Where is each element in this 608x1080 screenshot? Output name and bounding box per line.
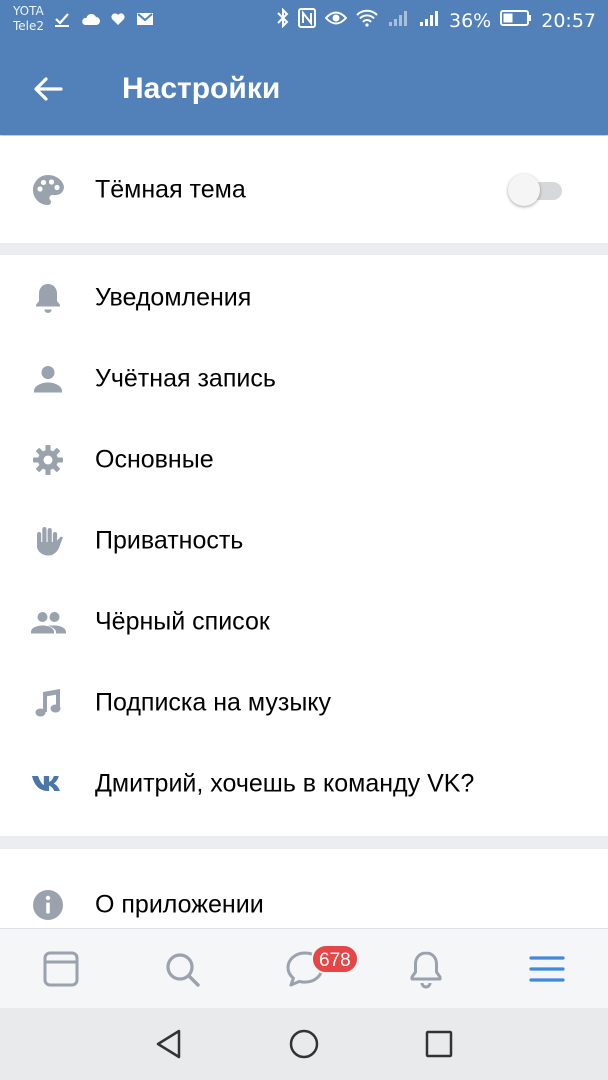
nfc-icon	[298, 8, 316, 33]
settings-item-privacy[interactable]: Приватность	[0, 500, 608, 581]
bottom-nav	[0, 928, 608, 1009]
settings-item-label: Подписка на музыку	[95, 688, 332, 716]
menu-icon[interactable]	[523, 945, 571, 993]
settings-item-general[interactable]: Основные	[0, 419, 608, 500]
users-icon	[30, 604, 66, 640]
signal-icon-1	[387, 9, 409, 32]
battery-icon	[500, 9, 532, 32]
carrier-top: YOTA	[13, 4, 44, 18]
settings-item-label: Чёрный список	[95, 607, 270, 635]
bluetooth-icon	[277, 7, 289, 33]
eye-icon	[324, 9, 348, 32]
music-note-icon	[30, 685, 66, 721]
app-bar: Настройки	[0, 43, 608, 135]
news-icon[interactable]	[37, 945, 85, 993]
back-triangle-icon[interactable]	[151, 1026, 187, 1062]
clock: 20:57	[541, 9, 596, 32]
settings-item-blacklist[interactable]: Чёрный список	[0, 581, 608, 662]
dark-theme-label: Тёмная тема	[95, 175, 246, 203]
carrier-names: YOTA Tele2	[13, 4, 44, 34]
gear-icon	[30, 442, 66, 478]
signal-icon-2	[418, 9, 440, 32]
back-arrow-icon[interactable]	[30, 71, 66, 107]
wifi-icon	[356, 9, 378, 32]
battery-percent: 36%	[449, 9, 492, 32]
settings-item-label: Учётная запись	[95, 364, 276, 392]
mail-icon	[136, 11, 154, 32]
cloud-icon	[80, 11, 100, 32]
home-circle-icon[interactable]	[286, 1026, 322, 1062]
about-label: О приложении	[95, 890, 264, 918]
check-icon	[54, 11, 70, 32]
recents-square-icon[interactable]	[421, 1026, 457, 1062]
palette-icon	[30, 172, 66, 208]
hand-icon	[30, 523, 66, 559]
info-icon	[30, 887, 66, 923]
status-bar: YOTA Tele2 36% 20:57	[0, 0, 608, 43]
vk-logo-icon	[30, 766, 66, 802]
carrier-bottom: Tele2	[13, 19, 45, 33]
theme-card: Тёмная тема	[0, 136, 608, 243]
person-icon	[30, 361, 66, 397]
notification-icons	[54, 11, 154, 32]
settings-card: Уведомления Учётная запись Основные Прив…	[0, 255, 608, 836]
system-nav-bar	[0, 1008, 608, 1080]
bell-icon	[30, 280, 66, 316]
search-icon[interactable]	[158, 945, 206, 993]
toggle-knob	[508, 174, 540, 206]
settings-item-notifications[interactable]: Уведомления	[0, 257, 608, 338]
heart-icon	[110, 11, 126, 32]
settings-item-vk-team[interactable]: Дмитрий, хочешь в команду VK?	[0, 743, 608, 824]
settings-item-label: Приватность	[95, 526, 244, 554]
about-card: О приложении	[0, 849, 608, 928]
settings-item-label: Основные	[95, 445, 214, 473]
notifications-icon[interactable]	[402, 945, 450, 993]
messages-badge: 678	[311, 944, 359, 974]
settings-item-music-subscription[interactable]: Подписка на музыку	[0, 662, 608, 743]
dark-theme-toggle[interactable]	[508, 170, 562, 210]
status-right: 36% 20:57	[277, 7, 596, 33]
settings-item-label: Дмитрий, хочешь в команду VK?	[95, 769, 475, 797]
settings-item-account[interactable]: Учётная запись	[0, 338, 608, 419]
settings-item-label: Уведомления	[95, 283, 252, 311]
page-title: Настройки	[122, 72, 281, 105]
